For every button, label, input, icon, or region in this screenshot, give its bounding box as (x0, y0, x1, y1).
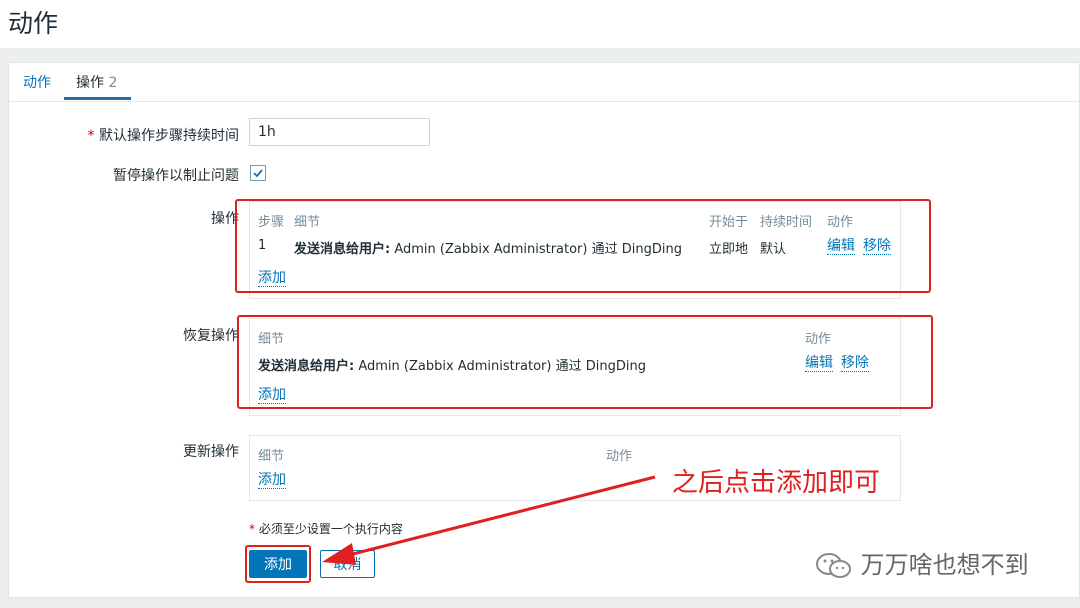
operation-detail: 发送消息给用户: Admin (Zabbix Administrator) 通过… (294, 238, 682, 257)
operation-detail-text: Admin (Zabbix Administrator) 通过 DingDing (390, 242, 682, 257)
tab-operations-label: 操作 (76, 75, 104, 91)
operation-detail-type: 发送消息给用户: (294, 242, 391, 257)
add-button[interactable]: 添加 (249, 550, 307, 578)
required-note: * 必须至少设置一个执行内容 (249, 520, 403, 537)
pause-checkbox[interactable] (250, 165, 266, 181)
operation-add-link[interactable]: 添加 (258, 270, 286, 287)
header-start-in: 开始于 (709, 215, 749, 230)
operation-remove-link[interactable]: 移除 (863, 238, 891, 255)
operations-label: 操作 (211, 211, 239, 227)
recovery-label: 恢复操作 (183, 328, 239, 344)
operation-start-in: 立即地 (709, 242, 749, 257)
recovery-table: 细节 动作 发送消息给用户: Admin (Zabbix Administrat… (249, 318, 901, 416)
tab-action-label: 动作 (23, 75, 51, 91)
note-text: 必须至少设置一个执行内容 (258, 522, 403, 536)
tab-action[interactable]: 动作 (23, 72, 51, 92)
cancel-button[interactable]: 取消 (320, 550, 375, 578)
recovery-edit-link[interactable]: 编辑 (805, 355, 833, 372)
duration-label-row: * 默认操作步骤持续时间 (69, 125, 239, 145)
tab-operations[interactable]: 操作 2 (76, 72, 117, 92)
required-mark: * (87, 128, 95, 144)
page-header: 动作 (0, 0, 1080, 48)
duration-input[interactable] (249, 118, 430, 146)
active-tab-indicator (64, 97, 131, 100)
operations-table: 步骤 细节 开始于 持续时间 动作 1 发送消息给用户: Admin (Zabb… (249, 201, 901, 299)
recovery-detail-type: 发送消息给用户: (258, 359, 355, 374)
recovery-detail: 发送消息给用户: Admin (Zabbix Administrator) 通过… (258, 355, 646, 374)
recovery-header-action: 动作 (805, 332, 832, 347)
header-steps: 步骤 (258, 215, 285, 230)
note-required-mark: * (249, 522, 255, 536)
duration-label: 默认操作步骤持续时间 (99, 128, 239, 144)
operation-edit-link[interactable]: 编辑 (827, 238, 855, 255)
update-header-action: 动作 (606, 449, 633, 464)
recovery-header-details: 细节 (258, 332, 285, 347)
annotation-text: 之后点击添加即可 (672, 468, 881, 498)
watermark-text: 万万啥也想不到 (860, 551, 1029, 579)
operation-duration: 默认 (760, 242, 787, 257)
form-panel: 动作 操作 2 * 默认操作步骤持续时间 暂停操作以制止问题 操作 步骤 细节 … (8, 62, 1080, 598)
update-add-link[interactable]: 添加 (258, 472, 286, 489)
tab-operations-count: 2 (108, 75, 118, 91)
watermark: 万万啥也想不到 (815, 545, 1029, 581)
update-label: 更新操作 (183, 444, 239, 460)
wechat-icon (816, 553, 851, 578)
checkmark-icon (253, 169, 263, 178)
recovery-detail-text: Admin (Zabbix Administrator) 通过 DingDing (354, 359, 646, 374)
page-title: 动作 (8, 9, 59, 38)
header-details: 细节 (294, 215, 321, 230)
header-action: 动作 (827, 215, 854, 230)
header-duration: 持续时间 (760, 215, 813, 230)
operation-step: 1 (258, 238, 267, 253)
tab-bar: 动作 操作 2 (9, 63, 1079, 102)
recovery-remove-link[interactable]: 移除 (841, 355, 869, 372)
update-header-details: 细节 (258, 449, 285, 464)
pause-label: 暂停操作以制止问题 (113, 168, 239, 184)
recovery-add-link[interactable]: 添加 (258, 387, 286, 404)
